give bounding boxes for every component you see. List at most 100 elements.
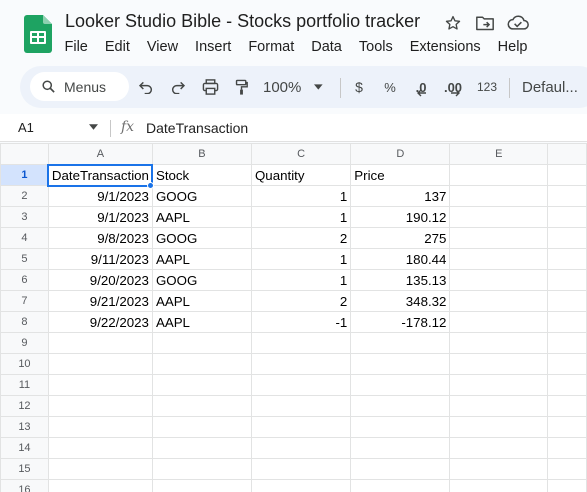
row-header[interactable]: 6 <box>0 269 49 291</box>
cell[interactable]: 9/1/2023 <box>47 206 153 228</box>
cell[interactable] <box>250 416 352 438</box>
cell[interactable] <box>547 332 587 354</box>
more-formats-button[interactable]: 123 <box>475 75 499 99</box>
cell[interactable] <box>547 353 587 375</box>
row-header[interactable]: 13 <box>0 416 49 438</box>
row-header[interactable]: 7 <box>0 290 49 312</box>
column-header-e[interactable]: E <box>449 143 549 165</box>
cell[interactable] <box>47 332 153 354</box>
cell[interactable]: Stock <box>151 164 252 186</box>
cell[interactable] <box>449 479 549 492</box>
fill-handle[interactable] <box>147 182 154 189</box>
cell[interactable] <box>47 353 153 375</box>
cell[interactable] <box>151 416 252 438</box>
cell[interactable] <box>151 479 252 492</box>
cell[interactable] <box>151 374 252 396</box>
cell[interactable]: AAPL <box>151 206 252 228</box>
cell[interactable]: 9/22/2023 <box>47 311 153 333</box>
cell[interactable] <box>151 353 252 375</box>
cell[interactable] <box>151 458 252 480</box>
cell[interactable]: AAPL <box>151 311 252 333</box>
cell[interactable] <box>449 458 549 480</box>
cell[interactable]: 190.12 <box>350 206 451 228</box>
cell[interactable]: 9/8/2023 <box>47 227 153 249</box>
row-header[interactable]: 14 <box>0 437 49 459</box>
cell[interactable] <box>449 164 549 186</box>
cell[interactable] <box>250 353 352 375</box>
cell[interactable]: DateTransaction <box>47 163 154 187</box>
column-header-a[interactable]: A <box>47 143 153 165</box>
cell[interactable]: 348.32 <box>350 290 451 312</box>
cell[interactable] <box>449 227 549 249</box>
cell[interactable] <box>449 311 549 333</box>
row-header[interactable]: 1 <box>0 164 49 186</box>
cell[interactable] <box>449 248 549 270</box>
cell[interactable]: 137 <box>350 185 451 207</box>
cell[interactable] <box>449 374 549 396</box>
cell[interactable] <box>350 437 451 459</box>
column-header-c[interactable]: C <box>250 143 352 165</box>
row-header[interactable]: 2 <box>0 185 49 207</box>
cell[interactable]: GOOG <box>151 185 252 207</box>
cell[interactable] <box>250 395 352 417</box>
cell[interactable] <box>547 290 587 312</box>
cell[interactable] <box>250 374 352 396</box>
row-header[interactable]: 15 <box>0 458 49 480</box>
cell[interactable] <box>47 479 153 492</box>
row-header[interactable]: 11 <box>0 374 49 396</box>
row-header[interactable]: 16 <box>0 479 49 492</box>
cell[interactable]: 1 <box>250 248 352 270</box>
decrease-decimal-button[interactable]: .0 <box>411 75 431 99</box>
cell[interactable]: -178.12 <box>350 311 451 333</box>
cell[interactable]: -1 <box>250 311 352 333</box>
menu-tools[interactable]: Tools <box>350 37 401 59</box>
cell[interactable] <box>547 164 587 186</box>
menu-data[interactable]: Data <box>303 37 351 59</box>
cell[interactable] <box>350 458 451 480</box>
cell[interactable]: 2 <box>250 290 352 312</box>
cell[interactable] <box>449 332 549 354</box>
cell[interactable] <box>547 416 587 438</box>
menus-search-button[interactable]: Menus <box>30 72 129 101</box>
cell[interactable] <box>449 185 549 207</box>
cell[interactable] <box>547 479 587 492</box>
cell[interactable]: 135.13 <box>350 269 451 291</box>
move-to-folder-icon[interactable] <box>474 12 496 34</box>
cell[interactable]: 1 <box>250 269 352 291</box>
menu-format[interactable]: Format <box>240 37 303 59</box>
row-header[interactable]: 4 <box>0 227 49 249</box>
cell[interactable]: 1 <box>250 185 352 207</box>
cell[interactable] <box>449 290 549 312</box>
cell[interactable] <box>151 332 252 354</box>
redo-button[interactable] <box>168 75 188 99</box>
column-header-f[interactable] <box>547 143 587 165</box>
chevron-down-icon[interactable] <box>89 124 98 130</box>
cell[interactable] <box>250 479 352 492</box>
name-box[interactable]: A1 <box>18 120 34 135</box>
cloud-saved-icon[interactable] <box>507 12 529 34</box>
cell[interactable] <box>547 185 587 207</box>
percent-format-button[interactable]: % <box>383 75 397 99</box>
cell[interactable] <box>547 374 587 396</box>
cell[interactable]: AAPL <box>151 248 252 270</box>
cell[interactable] <box>47 395 153 417</box>
cell[interactable]: 9/20/2023 <box>47 269 153 291</box>
cell[interactable] <box>250 458 352 480</box>
cell[interactable] <box>449 437 549 459</box>
cell[interactable]: GOOG <box>151 227 252 249</box>
column-header-b[interactable]: B <box>151 143 252 165</box>
cell[interactable]: 9/1/2023 <box>47 185 153 207</box>
cell[interactable] <box>449 416 549 438</box>
row-header[interactable]: 8 <box>0 311 49 333</box>
star-icon[interactable] <box>442 12 464 34</box>
cell[interactable] <box>547 311 587 333</box>
print-button[interactable] <box>199 75 221 99</box>
font-family-select[interactable]: Defaul... <box>522 75 587 99</box>
cell[interactable]: 1 <box>250 206 352 228</box>
undo-button[interactable] <box>136 75 156 99</box>
cell[interactable]: GOOG <box>151 269 252 291</box>
cell[interactable] <box>47 374 153 396</box>
zoom-select[interactable]: 100% <box>263 75 323 99</box>
menu-insert[interactable]: Insert <box>187 37 240 59</box>
cell[interactable] <box>449 269 549 291</box>
